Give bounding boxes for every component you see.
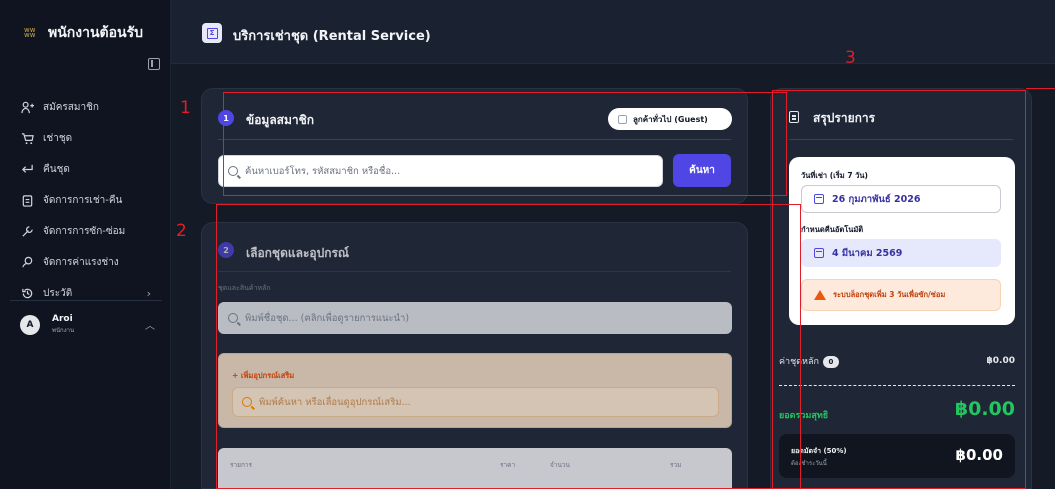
annotation-box-3 <box>772 90 1026 489</box>
sidebar-item-label: เช่าชุด <box>43 133 73 144</box>
avatar: A <box>20 314 40 335</box>
sidebar-item-return[interactable]: คืนชุด <box>20 154 165 185</box>
annotation-box-1 <box>223 92 787 196</box>
history-icon <box>20 287 34 301</box>
brand-logo: ww ww <box>24 26 36 39</box>
user-role: พนักงาน <box>52 327 75 334</box>
sidebar-item-history[interactable]: ประวัติ › <box>20 278 165 309</box>
annotation-label-1: 1 <box>180 98 191 118</box>
annotation-label-3: 3 <box>845 48 856 68</box>
user-profile[interactable]: A Aroi พนักงาน ︿ <box>20 314 160 335</box>
sidebar-item-label: ประวัติ <box>43 288 73 299</box>
page-title: บริการเช่าชุด (Rental Service) <box>233 29 431 44</box>
sidebar-nav: สมัครสมาชิก เช่าชุด คืนชุด จัดการการเช่า… <box>20 92 165 309</box>
annotation-label-2: 2 <box>176 221 187 241</box>
sidebar-item-manage-laundry[interactable]: จัดการการซัก-ซ่อม <box>20 216 165 247</box>
rental-service-icon: Σ <box>202 23 222 43</box>
topbar: Σ บริการเช่าชุด (Rental Service) <box>171 0 1055 64</box>
coins-icon <box>20 256 34 270</box>
annotation-box-2 <box>216 204 801 489</box>
sidebar-item-label: คืนชุด <box>43 164 70 175</box>
return-icon <box>20 163 34 177</box>
user-name: Aroi <box>52 314 73 324</box>
sidebar-item-manage-rental[interactable]: จัดการการเช่า-คืน <box>20 185 165 216</box>
sidebar-item-rent[interactable]: เช่าชุด <box>20 123 165 154</box>
sidebar-divider <box>10 300 162 301</box>
annotation-line <box>1026 88 1055 89</box>
wrench-icon <box>20 225 34 239</box>
sidebar-item-label: จัดการค่าแรงช่าง <box>43 257 119 268</box>
cart-icon <box>20 132 34 146</box>
sidebar-item-label: จัดการการซัก-ซ่อม <box>43 226 126 237</box>
clipboard-icon <box>20 194 34 208</box>
sidebar-item-label: สมัครสมาชิก <box>43 102 99 113</box>
collapse-sidebar-icon[interactable] <box>148 58 160 70</box>
user-plus-icon <box>20 101 34 115</box>
sidebar-item-register[interactable]: สมัครสมาชิก <box>20 92 165 123</box>
brand: ww ww พนักงานต้อนรับ <box>24 22 143 44</box>
brand-title: พนักงานต้อนรับ <box>48 25 144 41</box>
sidebar-item-label: จัดการการเช่า-คืน <box>43 195 123 206</box>
chevron-up-icon: ︿ <box>145 321 155 332</box>
sidebar-item-manage-wages[interactable]: จัดการค่าแรงช่าง <box>20 247 165 278</box>
sidebar: ww ww พนักงานต้อนรับ สมัครสมาชิก เช่าชุด … <box>0 0 171 489</box>
chevron-right-icon: › <box>146 287 151 300</box>
